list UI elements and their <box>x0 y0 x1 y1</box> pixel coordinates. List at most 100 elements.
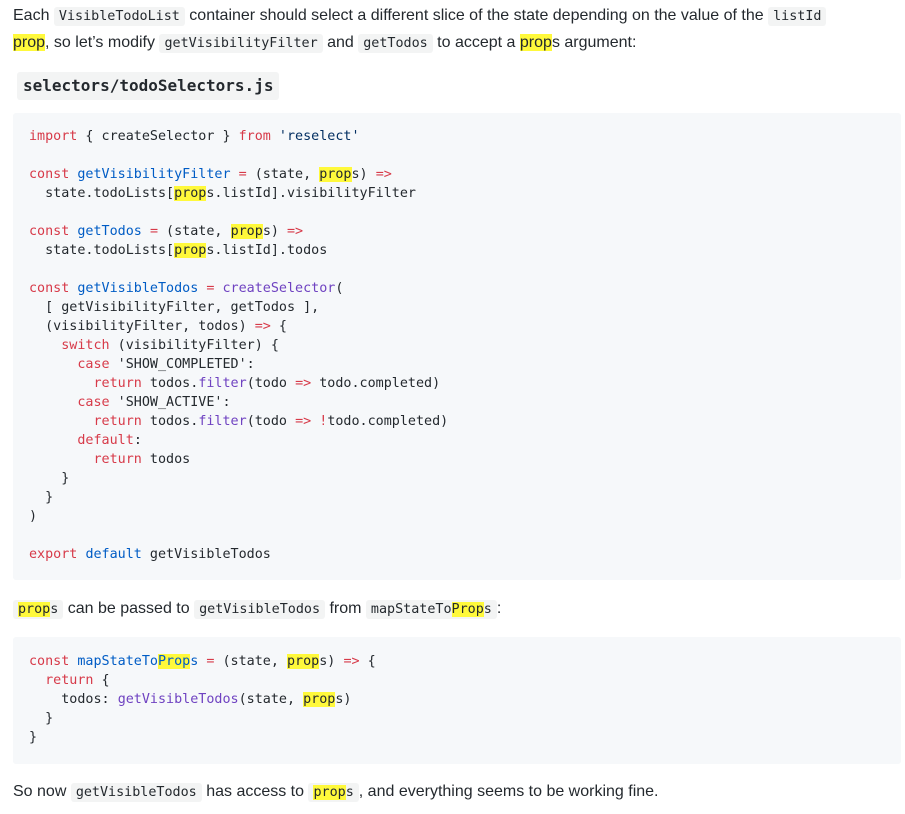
keyword: case <box>77 357 110 372</box>
code-line: } <box>29 490 54 505</box>
keyword: default <box>77 433 134 448</box>
code-token: (todo <box>246 414 296 429</box>
operator: = <box>149 224 158 239</box>
operator: => <box>343 654 360 669</box>
inline-code: VisibleTodoList <box>53 7 185 26</box>
text: and <box>322 34 359 51</box>
function-call: createSelector <box>222 281 336 296</box>
inline-code: props <box>13 600 64 619</box>
file-title: selectors/todoSelectors.js <box>17 72 280 100</box>
search-highlight: prop <box>313 785 346 800</box>
inline-code: listId <box>768 7 827 26</box>
code-token: s <box>50 602 59 617</box>
code-token: s.listId].visibilityFilter <box>206 186 416 201</box>
function-name: getVisibleTodos <box>77 281 199 296</box>
code-token: todos <box>141 452 191 467</box>
code-token: s.listId].todos <box>206 243 328 258</box>
code-token: todo.completed) <box>327 414 449 429</box>
inline-code: getVisibleTodos <box>70 783 202 802</box>
code-token: (visibilityFilter) { <box>109 338 279 353</box>
operator: = <box>238 167 247 182</box>
inline-code: props <box>308 783 359 802</box>
text: : <box>496 600 502 617</box>
operator: => <box>287 224 304 239</box>
function-name: mapStateTo <box>77 654 158 669</box>
intro-paragraph: Each VisibleTodoList container should se… <box>13 3 901 57</box>
keyword: import <box>29 129 78 144</box>
string: 'reselect' <box>270 129 360 144</box>
keyword: return <box>45 673 94 688</box>
code-token: s <box>345 785 354 800</box>
code-token: getVisibleTodos <box>141 547 271 562</box>
search-highlight: prop <box>230 224 263 239</box>
text: to accept a <box>432 34 520 51</box>
search-highlight: Prop <box>451 602 484 617</box>
code-token: { <box>359 654 376 669</box>
code-token: { <box>93 673 110 688</box>
search-highlight: prop <box>174 243 207 258</box>
code-token: todos. <box>141 376 199 391</box>
code-token: s) <box>262 224 287 239</box>
code-token: { createSelector } <box>77 129 239 144</box>
code-token: 'SHOW_COMPLETED': <box>109 357 255 372</box>
operator: => <box>375 167 392 182</box>
code-text: const mapStateToProps = (state, props) =… <box>13 637 901 747</box>
keyword-default: default <box>85 547 142 562</box>
code-token: ( <box>335 281 344 296</box>
inline-code: mapStateToProps <box>365 600 497 619</box>
code-token: (state, <box>158 224 231 239</box>
code-line: [ getVisibilityFilter, getTodos ], <box>29 300 320 315</box>
text: can be passed to <box>63 600 195 617</box>
code-token: mapStateTo <box>370 602 452 617</box>
code-block-mapstate[interactable]: const mapStateToProps = (state, props) =… <box>13 637 901 764</box>
code-token: (state, <box>214 654 287 669</box>
code-line: } <box>29 730 38 745</box>
props-paragraph: props can be passed to getVisibleTodos f… <box>13 596 501 623</box>
code-token: (visibilityFilter, todos) <box>29 319 255 334</box>
search-highlight: prop <box>519 34 552 51</box>
text: from <box>325 600 366 617</box>
function-call: getVisibleTodos <box>117 692 239 707</box>
code-token: (state, <box>246 167 320 182</box>
conclusion-paragraph: So now getVisibleTodos has access to pro… <box>13 779 659 806</box>
keyword: return <box>93 452 142 467</box>
code-token: (todo <box>246 376 296 391</box>
code-token: { <box>270 319 287 334</box>
text: container should select a different slic… <box>184 7 769 24</box>
search-highlight: prop <box>13 34 46 51</box>
function-call: filter <box>198 376 247 391</box>
search-highlight: prop <box>18 602 51 617</box>
code-token: s <box>483 602 492 617</box>
inline-code: getVisibleTodos <box>194 600 326 619</box>
keyword: const <box>29 654 70 669</box>
inline-code: getVisibilityFilter <box>159 34 323 53</box>
keyword: return <box>93 414 142 429</box>
function-call: filter <box>198 414 247 429</box>
search-highlight: prop <box>303 692 336 707</box>
code-block-selectors[interactable]: import { createSelector } from 'reselect… <box>13 113 901 580</box>
text: , and everything seems to be working fin… <box>358 783 659 800</box>
code-token: 'SHOW_ACTIVE': <box>109 395 231 410</box>
code-token: (state, <box>238 692 304 707</box>
code-token: todos. <box>141 414 199 429</box>
search-highlight: prop <box>174 186 207 201</box>
code-token: s) <box>319 654 344 669</box>
operator: => <box>295 414 312 429</box>
code-line: } <box>29 711 54 726</box>
code-token: : <box>133 433 142 448</box>
code-token: s) <box>351 167 376 182</box>
text: , so let’s modify <box>45 34 160 51</box>
keyword: const <box>29 281 70 296</box>
text: Each <box>13 7 54 24</box>
text: So now <box>13 783 71 800</box>
code-text: import { createSelector } from 'reselect… <box>13 113 901 564</box>
code-line: ) <box>29 509 38 524</box>
